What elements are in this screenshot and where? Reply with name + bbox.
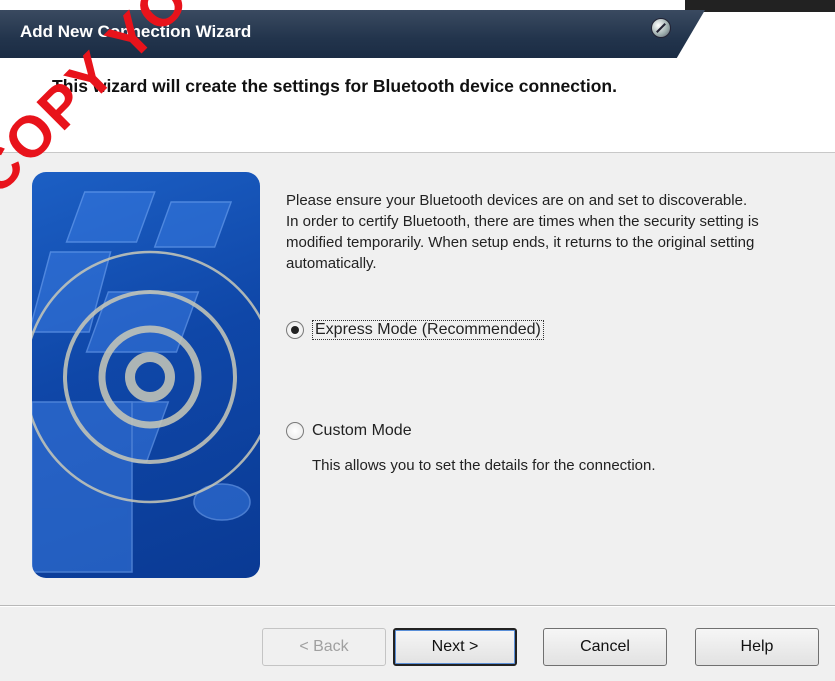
cancel-button[interactable]: Cancel [543, 628, 667, 666]
instruction-paragraph-2: In order to certify Bluetooth, there are… [286, 213, 759, 272]
back-button[interactable]: < Back [262, 628, 386, 666]
express-mode-label[interactable]: Express Mode (Recommended) [312, 320, 544, 340]
custom-mode-description: This allows you to set the details for t… [312, 457, 656, 474]
help-button[interactable]: Help [695, 628, 819, 666]
background-corner [685, 0, 835, 12]
instruction-paragraph-1: Please ensure your Bluetooth devices are… [286, 192, 748, 209]
custom-mode-radio[interactable] [286, 422, 304, 440]
instructions: Please ensure your Bluetooth devices are… [286, 190, 806, 274]
custom-mode-label[interactable]: Custom Mode [312, 422, 412, 440]
custom-mode-option[interactable]: Custom Mode [286, 422, 412, 440]
express-mode-option[interactable]: Express Mode (Recommended) [286, 320, 544, 340]
header-text: This wizard will create the settings for… [52, 76, 617, 96]
no-entry-icon [651, 18, 671, 38]
bluetooth-devices-illustration [32, 172, 260, 578]
express-mode-radio[interactable] [286, 321, 304, 339]
next-button[interactable]: Next > [393, 628, 517, 666]
footer-divider [0, 605, 835, 607]
